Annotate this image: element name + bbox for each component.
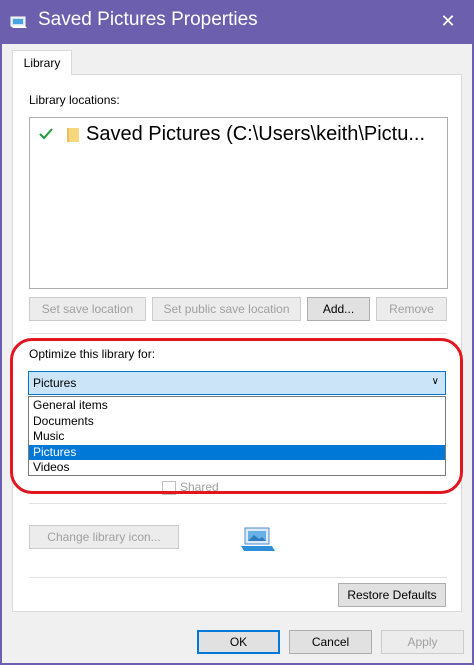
cancel-button[interactable]: Cancel	[289, 630, 372, 654]
shared-label: Shared	[180, 480, 219, 494]
optimize-selected-value: Pictures	[33, 376, 77, 390]
ok-button[interactable]: OK	[197, 630, 280, 654]
option-videos[interactable]: Videos	[29, 460, 445, 475]
close-button[interactable]: ✕	[430, 6, 466, 36]
optimize-dropdown-list[interactable]: General items Documents Music Pictures V…	[28, 396, 446, 476]
location-path: Saved Pictures (C:\Users\keith\Pictu...	[86, 123, 426, 145]
set-save-location-button[interactable]: Set save location	[29, 297, 146, 321]
optimize-select[interactable]: Pictures ∨	[28, 371, 446, 395]
folder-icon	[67, 128, 79, 142]
change-library-icon-button[interactable]: Change library icon...	[29, 525, 179, 549]
chevron-down-icon: ∨	[431, 376, 439, 387]
tab-library[interactable]: Library	[12, 50, 72, 75]
remove-location-button[interactable]: Remove	[376, 297, 447, 321]
section-divider	[29, 577, 447, 578]
option-general-items[interactable]: General items	[29, 398, 445, 413]
section-divider	[29, 333, 447, 334]
section-divider	[29, 503, 447, 504]
option-documents[interactable]: Documents	[29, 414, 445, 429]
dialog-body: Library Library locations: Saved Picture…	[2, 44, 472, 663]
check-icon	[39, 128, 53, 140]
apply-button[interactable]: Apply	[381, 630, 464, 654]
optimize-label: Optimize this library for:	[29, 347, 156, 361]
restore-defaults-button[interactable]: Restore Defaults	[338, 583, 446, 607]
window-title: Saved Pictures Properties	[38, 9, 258, 30]
option-pictures[interactable]: Pictures	[29, 445, 445, 460]
title-bar: Saved Pictures Properties ✕	[0, 0, 474, 44]
library-tab-panel: Library locations: Saved Pictures (C:\Us…	[12, 74, 462, 612]
list-item[interactable]: Saved Pictures (C:\Users\keith\Pictu...	[30, 118, 447, 148]
pictures-library-icon	[241, 527, 275, 551]
library-properties-icon	[10, 16, 27, 28]
shared-checkbox[interactable]	[162, 481, 176, 495]
library-locations-list[interactable]: Saved Pictures (C:\Users\keith\Pictu...	[29, 117, 448, 289]
library-locations-label: Library locations:	[29, 93, 120, 107]
set-public-save-location-button[interactable]: Set public save location	[152, 297, 301, 321]
add-location-button[interactable]: Add...	[307, 297, 370, 321]
option-music[interactable]: Music	[29, 429, 445, 444]
